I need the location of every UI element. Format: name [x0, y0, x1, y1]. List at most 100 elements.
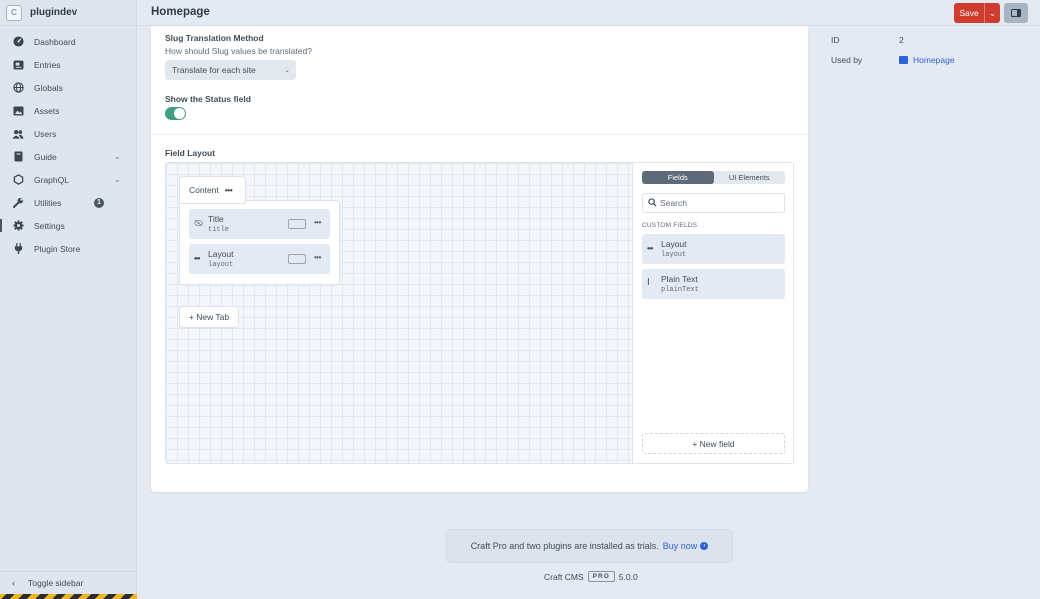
library-field-layout[interactable]: ••• Layout layout — [642, 234, 785, 264]
tab-fields[interactable]: Fields — [642, 171, 714, 184]
nav-label: Settings — [34, 220, 65, 231]
nav-label: Entries — [34, 59, 61, 70]
slug-translation-instructions: How should Slug values be translated? — [165, 46, 312, 56]
meta-label: ID — [831, 35, 840, 45]
save-button[interactable]: Save — [954, 3, 985, 23]
meta-id: ID 2 — [831, 35, 1031, 55]
field-layout-designer: Content ••• Title title ••• ••• Layout l… — [165, 162, 794, 464]
nav-item-assets[interactable]: Assets — [0, 99, 136, 122]
tab-actions-icon[interactable]: ••• — [225, 185, 233, 195]
library-search-input[interactable]: Search — [642, 193, 785, 213]
trial-text: Craft Pro and two plugins are installed … — [470, 541, 659, 551]
nav-label: Utilities — [34, 197, 62, 208]
field-name: Plain Text — [661, 274, 698, 284]
eye-slash-icon — [194, 219, 203, 229]
field-handle: plainText — [661, 286, 699, 294]
nav-item-globals[interactable]: Globals — [0, 76, 136, 99]
edition-badge: PRO — [587, 571, 615, 582]
nav-item-utilities[interactable]: Utilities 1 — [0, 191, 136, 214]
nav-item-graphql[interactable]: GraphQL ⌄ — [0, 168, 136, 191]
tab-ui-elements[interactable]: UI Elements — [714, 171, 786, 184]
nav-item-plugin-store[interactable]: Plugin Store — [0, 237, 136, 260]
status-field-toggle[interactable] — [165, 107, 186, 120]
version-number: 5.0.0 — [618, 571, 638, 582]
nav-label: Plugin Store — [34, 243, 81, 254]
slug-translation-select[interactable]: Translate for each site ⌄ — [165, 60, 296, 80]
arrow-circle-right-icon: › — [700, 542, 709, 550]
select-value: Translate for each site — [172, 65, 256, 75]
field-name: Layout — [208, 249, 234, 259]
custom-fields-heading: CUSTOM FIELDS — [642, 222, 698, 229]
buy-now-label: Buy now — [662, 541, 698, 551]
field-library: Fields UI Elements Search CUSTOM FIELDS … — [634, 163, 793, 463]
toggle-sidebar-button[interactable]: ‹ Toggle sidebar — [0, 571, 136, 593]
sidebar-panel-icon — [1011, 9, 1021, 17]
search-placeholder: Search — [660, 198, 687, 208]
tab-name: Content — [189, 185, 219, 195]
tab-connector — [180, 199, 245, 203]
status-field-label: Show the Status field — [165, 94, 251, 104]
nav-label: Globals — [34, 82, 63, 93]
dots-icon: ••• — [647, 244, 653, 253]
nav-item-users[interactable]: Users — [0, 122, 136, 145]
nav-label: Dashboard — [34, 36, 76, 47]
main-nav: Dashboard Entries Globals Assets Users G… — [0, 26, 136, 260]
nav-item-guide[interactable]: Guide ⌄ — [0, 145, 136, 168]
layout-field-title[interactable]: Title title ••• — [189, 209, 330, 239]
field-name: Layout — [661, 239, 687, 249]
nav-label: Guide — [34, 151, 57, 162]
library-field-plain-text[interactable]: I Plain Text plainText — [642, 269, 785, 299]
nav-label: GraphQL — [34, 174, 69, 185]
text-cursor-icon: I — [647, 277, 650, 288]
nav-label: Users — [34, 128, 57, 139]
entry-type-icon — [899, 56, 908, 64]
field-width-icon[interactable] — [288, 219, 306, 229]
field-actions-icon[interactable]: ••• — [314, 253, 321, 262]
slug-translation-label: Slug Translation Method — [165, 33, 264, 43]
layout-field-layout[interactable]: ••• Layout layout ••• — [189, 244, 330, 274]
site-name: plugindev — [30, 7, 78, 18]
trial-banner: Craft Pro and two plugins are installed … — [447, 530, 732, 562]
nav-item-entries[interactable]: Entries — [0, 53, 136, 76]
cms-name: Craft CMS — [544, 571, 584, 582]
nav-item-settings[interactable]: Settings — [0, 214, 136, 237]
divider — [151, 134, 808, 135]
buy-now-link[interactable]: Buy now › — [663, 541, 709, 551]
chevron-left-icon: ‹ — [12, 577, 15, 588]
chevron-down-icon[interactable]: ⌄ — [114, 152, 121, 161]
nav-item-dashboard[interactable]: Dashboard — [0, 30, 136, 53]
save-menu-chevron-icon[interactable]: ⌄ — [985, 3, 1000, 23]
new-tab-button[interactable]: + New Tab — [180, 307, 238, 327]
new-field-button[interactable]: + New field — [642, 433, 785, 454]
graphql-icon — [12, 174, 24, 186]
dev-mode-stripe — [0, 594, 137, 599]
page-title: Homepage — [151, 6, 210, 18]
version-info: Craft CMS PRO 5.0.0 — [544, 571, 638, 582]
layout-tab-body: Title title ••• ••• Layout layout ••• — [180, 201, 339, 284]
site-icon: C — [6, 4, 22, 21]
field-layout-label: Field Layout — [165, 148, 216, 158]
book-icon — [12, 151, 24, 163]
field-handle: layout — [661, 251, 687, 259]
users-icon — [12, 128, 24, 140]
globe-icon — [12, 82, 24, 94]
used-by-link[interactable]: Homepage — [899, 55, 955, 65]
plug-icon — [12, 243, 24, 255]
library-tabs: Fields UI Elements — [642, 171, 785, 184]
field-actions-icon[interactable]: ••• — [314, 218, 321, 227]
gauge-icon — [12, 36, 24, 48]
toggle-details-button[interactable] — [1004, 3, 1028, 23]
chevron-down-icon: ⌄ — [284, 67, 290, 74]
image-icon — [12, 105, 24, 117]
site-header[interactable]: C plugindev — [0, 0, 136, 26]
toggle-sidebar-label: Toggle sidebar — [28, 577, 84, 588]
newspaper-icon — [12, 59, 24, 71]
wrench-icon — [12, 197, 24, 209]
chevron-down-icon[interactable]: ⌄ — [114, 175, 121, 184]
dots-icon: ••• — [194, 254, 200, 263]
field-width-icon[interactable] — [288, 254, 306, 264]
gear-icon — [12, 220, 24, 232]
meta-used-by: Used by Homepage — [831, 55, 1031, 75]
sidebar: C plugindev Dashboard Entries Globals As… — [0, 0, 137, 599]
field-handle: layout — [208, 261, 234, 269]
